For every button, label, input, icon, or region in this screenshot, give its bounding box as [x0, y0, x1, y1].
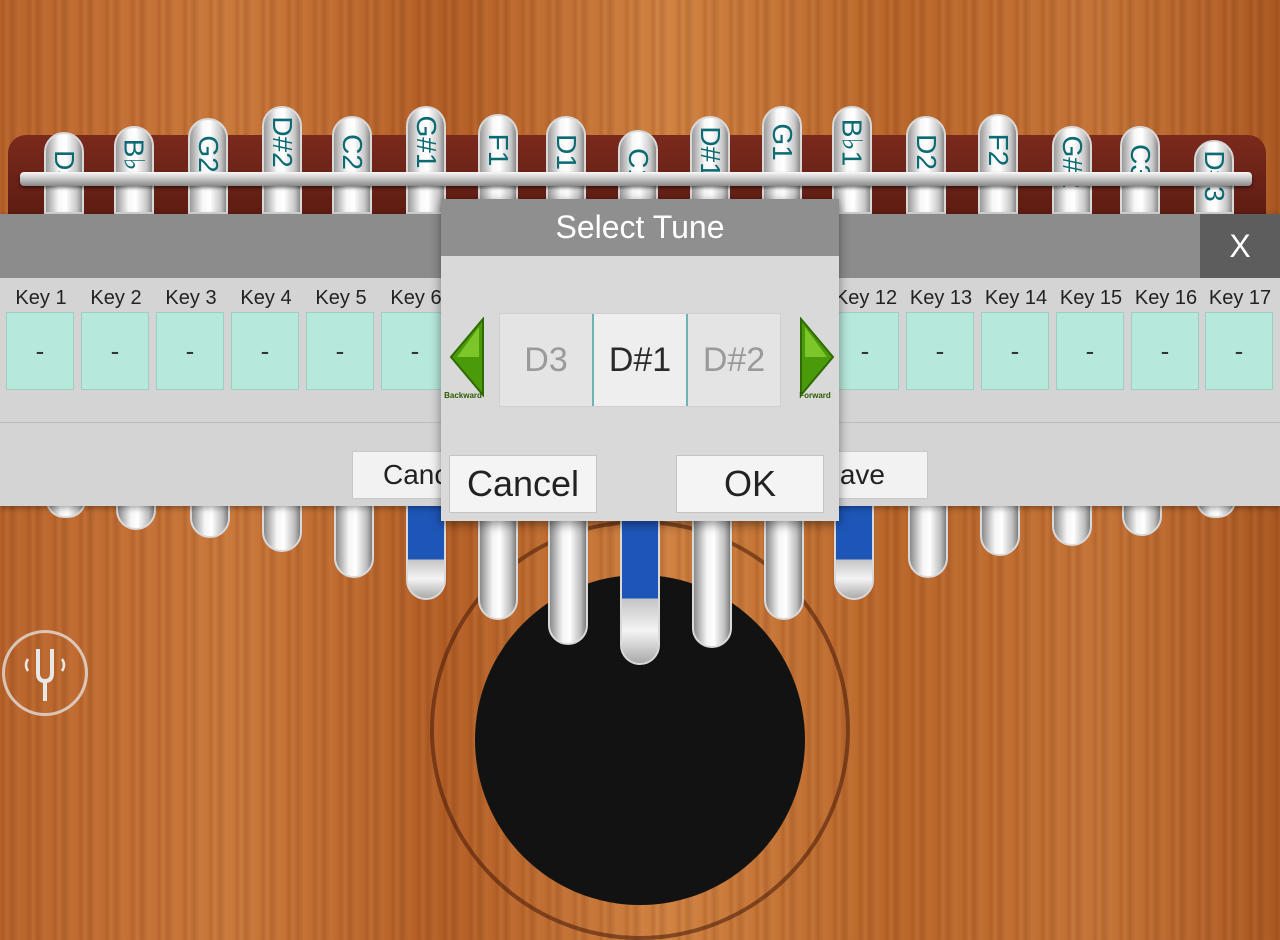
kalimba-tine[interactable]: C2	[332, 116, 372, 214]
tine-end[interactable]	[908, 500, 948, 578]
key-value-box[interactable]: -	[1205, 312, 1273, 390]
tine-end[interactable]	[834, 500, 874, 600]
key-column: Key 5 -	[306, 284, 376, 390]
key-value-box[interactable]: -	[981, 312, 1049, 390]
tune-option[interactable]: D3	[500, 314, 592, 406]
key-value-box[interactable]: -	[81, 312, 149, 390]
tuning-fork-icon[interactable]	[2, 630, 88, 716]
tine-note-label: G#1	[411, 115, 442, 169]
kalimba-tine[interactable]: D#2	[262, 106, 302, 214]
key-value-box[interactable]: -	[381, 312, 449, 390]
kalimba-tine[interactable]: G#1	[406, 106, 446, 214]
close-button[interactable]: X	[1200, 214, 1280, 278]
tine-note-label: G2	[193, 135, 224, 173]
key-value-box[interactable]: -	[6, 312, 74, 390]
tine-note-label: D#1	[695, 126, 726, 178]
key-column: Key 12 -	[831, 284, 901, 390]
kalimba-tine[interactable]: G2	[188, 118, 228, 214]
tine-end[interactable]	[262, 500, 302, 552]
key-label: Key 15	[1059, 287, 1123, 309]
key-label: Key 13	[909, 287, 973, 309]
key-label: Key 12	[834, 287, 898, 309]
kalimba-bridge	[20, 172, 1252, 186]
tine-end[interactable]	[980, 500, 1020, 556]
tine-note-label: D#2	[267, 116, 298, 168]
tine-end[interactable]	[692, 500, 732, 648]
key-value-box[interactable]: -	[306, 312, 374, 390]
backward-caption: Backward	[444, 391, 482, 400]
key-column: Key 13 -	[906, 284, 976, 390]
dialog-title: Select Tune	[441, 199, 839, 256]
key-value-box[interactable]: -	[831, 312, 899, 390]
key-value-box[interactable]: -	[156, 312, 224, 390]
kalimba-tine[interactable]: B♭2	[114, 126, 154, 214]
key-column: Key 3 -	[156, 284, 226, 390]
tine-note-label: G1	[767, 123, 798, 161]
arrow-left-icon[interactable]	[449, 317, 485, 397]
kalimba-tine[interactable]: F2	[978, 114, 1018, 214]
tine-end[interactable]	[548, 500, 588, 645]
forward-caption: Forward	[799, 391, 831, 400]
tine-end[interactable]	[406, 500, 446, 600]
tine-note-label: B♭1	[836, 118, 868, 167]
key-column: Key 1 -	[6, 284, 76, 390]
tune-option[interactable]: D#2	[688, 314, 780, 406]
key-column: Key 15 -	[1056, 284, 1126, 390]
key-label: Key 5	[315, 287, 367, 309]
key-label: Key 3	[165, 287, 217, 309]
tine-end[interactable]	[1052, 500, 1092, 546]
kalimba-tine[interactable]: G1	[762, 106, 802, 214]
key-column: Key 14 -	[981, 284, 1051, 390]
tuning-fork-svg	[24, 649, 66, 701]
tine-note-label: F1	[483, 133, 514, 167]
kalimba-tine[interactable]: G#2	[1052, 126, 1092, 214]
tine-note-label: C2	[337, 134, 368, 170]
key-value-box[interactable]: -	[231, 312, 299, 390]
select-tune-dialog: Select Tune Backward D3 D#1 D#2 Forward …	[441, 199, 839, 521]
kalimba-tine[interactable]: B♭1	[832, 106, 872, 214]
key-value-box[interactable]: -	[906, 312, 974, 390]
key-label: Key 17	[1208, 287, 1272, 309]
kalimba-tine[interactable]: C3	[1120, 126, 1160, 214]
key-column: Key 16 -	[1131, 284, 1201, 390]
key-column: Key 17 -	[1205, 284, 1275, 390]
key-label: Key 14	[984, 287, 1048, 309]
key-label: Key 2	[90, 287, 142, 309]
kalimba-tine[interactable]: D2	[906, 116, 946, 214]
key-label: Key 1	[15, 287, 67, 309]
tine-note-label: F2	[983, 133, 1014, 167]
ok-button[interactable]: OK	[676, 455, 824, 513]
tune-picker[interactable]: D3 D#1 D#2	[499, 313, 781, 407]
key-column: Key 2 -	[81, 284, 151, 390]
tine-end[interactable]	[334, 500, 374, 578]
tine-end[interactable]	[620, 500, 660, 665]
tine-note-label: D2	[911, 134, 942, 170]
tune-option-selected[interactable]: D#1	[592, 314, 688, 406]
key-column: Key 4 -	[231, 284, 301, 390]
cancel-button[interactable]: Cancel	[449, 455, 597, 513]
key-label: Key 4	[240, 287, 292, 309]
key-value-box[interactable]: -	[1131, 312, 1199, 390]
key-value-box[interactable]: -	[1056, 312, 1124, 390]
tine-note-label: D1	[551, 134, 582, 170]
key-label: Key 16	[1134, 287, 1198, 309]
arrow-right-icon[interactable]	[799, 317, 835, 397]
